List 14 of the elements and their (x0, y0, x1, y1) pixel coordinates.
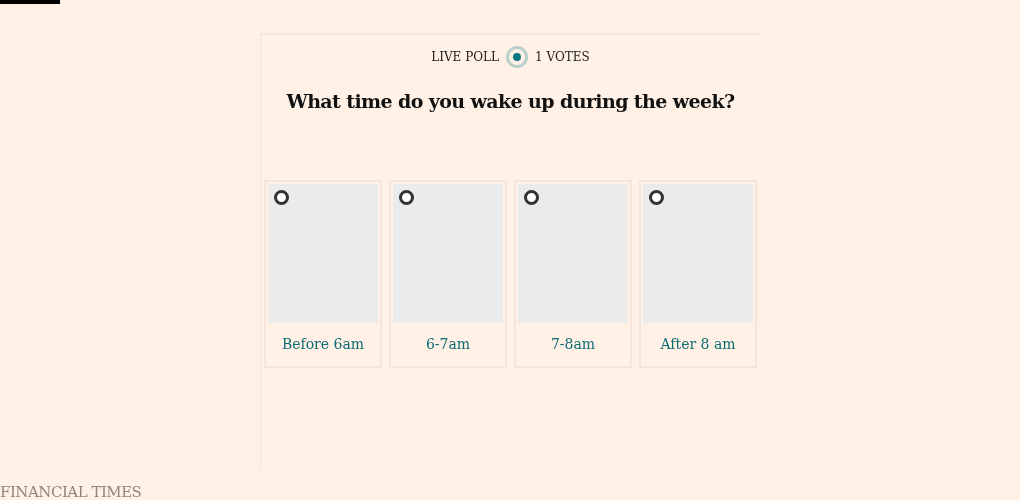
vote-count: 1 VOTES (535, 50, 590, 64)
poll-option[interactable]: After 8 am (639, 180, 757, 368)
live-poll-label: LIVE POLL (431, 50, 500, 64)
poll-option[interactable]: Before 6am (264, 180, 382, 368)
top-bar (0, 0, 60, 4)
option-label: After 8 am (660, 335, 736, 352)
poll-question: What time do you wake up during the week? (286, 90, 735, 112)
option-label: 7-8am (550, 335, 596, 352)
option-label: 6-7am (425, 335, 471, 352)
poll-option[interactable]: 7-8am (514, 180, 632, 368)
brand-logo: FINANCIAL TIMES (0, 484, 143, 500)
poll-option[interactable]: 6-7am (389, 180, 507, 368)
live-indicator-icon (506, 46, 529, 68)
option-label: Before 6am (281, 335, 365, 352)
